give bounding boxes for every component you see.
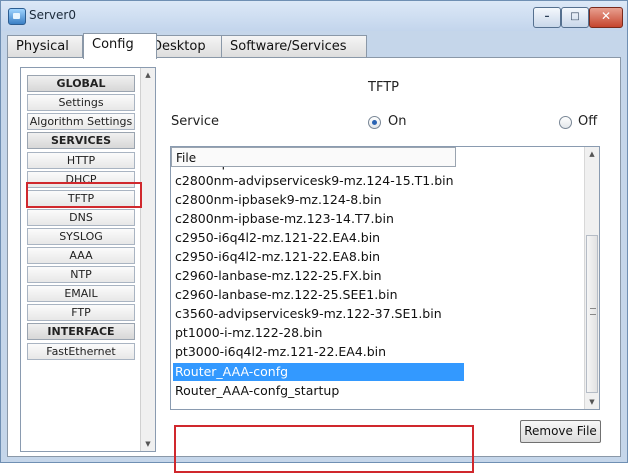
page-title: TFTP (368, 80, 399, 95)
sidebar-item-ntp[interactable]: NTP (27, 266, 135, 283)
file-item[interactable]: c2950-i6q4l2-mz.121-22.EA8.bin (173, 248, 464, 266)
router-files-highlight-box (174, 425, 474, 473)
file-item[interactable]: c2960-lanbase-mz.122-25.FX.bin (173, 267, 464, 285)
sidebar-item-settings[interactable]: Settings (27, 94, 135, 111)
tab-physical[interactable]: Physical (7, 35, 83, 58)
sidebar-item-tftp[interactable]: TFTP (27, 190, 135, 207)
scroll-down-icon[interactable]: ▼ (141, 437, 155, 451)
sidebar-item-aaa[interactable]: AAA (27, 247, 135, 264)
scroll-down-icon[interactable]: ▼ (585, 395, 599, 409)
file-item[interactable]: pt1000-i-mz.122-28.bin (173, 324, 464, 342)
file-column-header: File (171, 147, 456, 167)
grip-icon (590, 308, 596, 315)
file-item[interactable]: c2950-i6q4l2-mz.121-22.EA4.bin (173, 229, 464, 247)
server-icon (8, 8, 26, 25)
file-item[interactable]: c2800nm-advipservicesk9-mz.124-15.T1.bin (173, 172, 464, 190)
service-off-radio[interactable] (559, 116, 572, 129)
service-label: Service (171, 114, 220, 129)
scrollbar-thumb[interactable] (586, 235, 598, 393)
file-item[interactable]: c2960-lanbase-mz.122-25.SEE1.bin (173, 286, 464, 304)
sidebar-header-interface[interactable]: INTERFACE (27, 323, 135, 340)
file-list-scrollbar[interactable]: ▲ ▼ (584, 147, 599, 409)
sidebar-item-http[interactable]: HTTP (27, 152, 135, 169)
title-bar[interactable]: Server0 – □ ✕ (1, 1, 627, 31)
sidebar-item-email[interactable]: EMAIL (27, 285, 135, 302)
tab-software-services[interactable]: Software/Services (221, 35, 367, 58)
file-item[interactable]: c3560-advipservicesk9-mz.122-37.SE1.bin (173, 305, 464, 323)
sidebar-item-syslog[interactable]: SYSLOG (27, 228, 135, 245)
scroll-up-icon[interactable]: ▲ (141, 68, 155, 82)
remove-file-button[interactable]: Remove File (520, 420, 601, 443)
file-list[interactable]: File c2600-ipbasek9-mz.124-8.bin c2800nm… (170, 146, 600, 410)
service-on-radio[interactable] (368, 116, 381, 129)
config-sidebar: GLOBAL Settings Algorithm Settings SERVI… (20, 67, 156, 452)
window-title: Server0 (29, 8, 76, 22)
sidebar-item-algorithm-settings[interactable]: Algorithm Settings (27, 113, 135, 130)
scroll-up-icon[interactable]: ▲ (585, 147, 599, 161)
sidebar-item-fastethernet[interactable]: FastEthernet (27, 343, 135, 360)
maximize-button[interactable]: □ (561, 7, 589, 28)
sidebar-header-services[interactable]: SERVICES (27, 132, 135, 149)
file-item[interactable]: c2800nm-ipbasek9-mz.124-8.bin (173, 191, 464, 209)
close-button[interactable]: ✕ (589, 7, 623, 28)
sidebar-header-global[interactable]: GLOBAL (27, 75, 135, 92)
file-item[interactable]: Router_AAA-confg_startup (173, 382, 464, 400)
file-item-selected[interactable]: Router_AAA-confg (173, 363, 464, 381)
service-off-label[interactable]: Off (578, 114, 597, 129)
sidebar-item-dns[interactable]: DNS (27, 209, 135, 226)
tab-config[interactable]: Config (83, 33, 157, 59)
sidebar-item-ftp[interactable]: FTP (27, 304, 135, 321)
sidebar-scrollbar[interactable]: ▲ ▼ (140, 68, 155, 451)
server-window: Server0 – □ ✕ Physical Config Desktop So… (0, 0, 628, 473)
service-on-label[interactable]: On (388, 114, 406, 129)
config-panel: GLOBAL Settings Algorithm Settings SERVI… (7, 57, 621, 473)
minimize-button[interactable]: – (533, 7, 561, 28)
file-item[interactable]: c2800nm-ipbase-mz.123-14.T7.bin (173, 210, 464, 228)
file-item[interactable]: pt3000-i6q4l2-mz.121-22.EA4.bin (173, 343, 464, 361)
sidebar-item-dhcp[interactable]: DHCP (27, 171, 135, 188)
